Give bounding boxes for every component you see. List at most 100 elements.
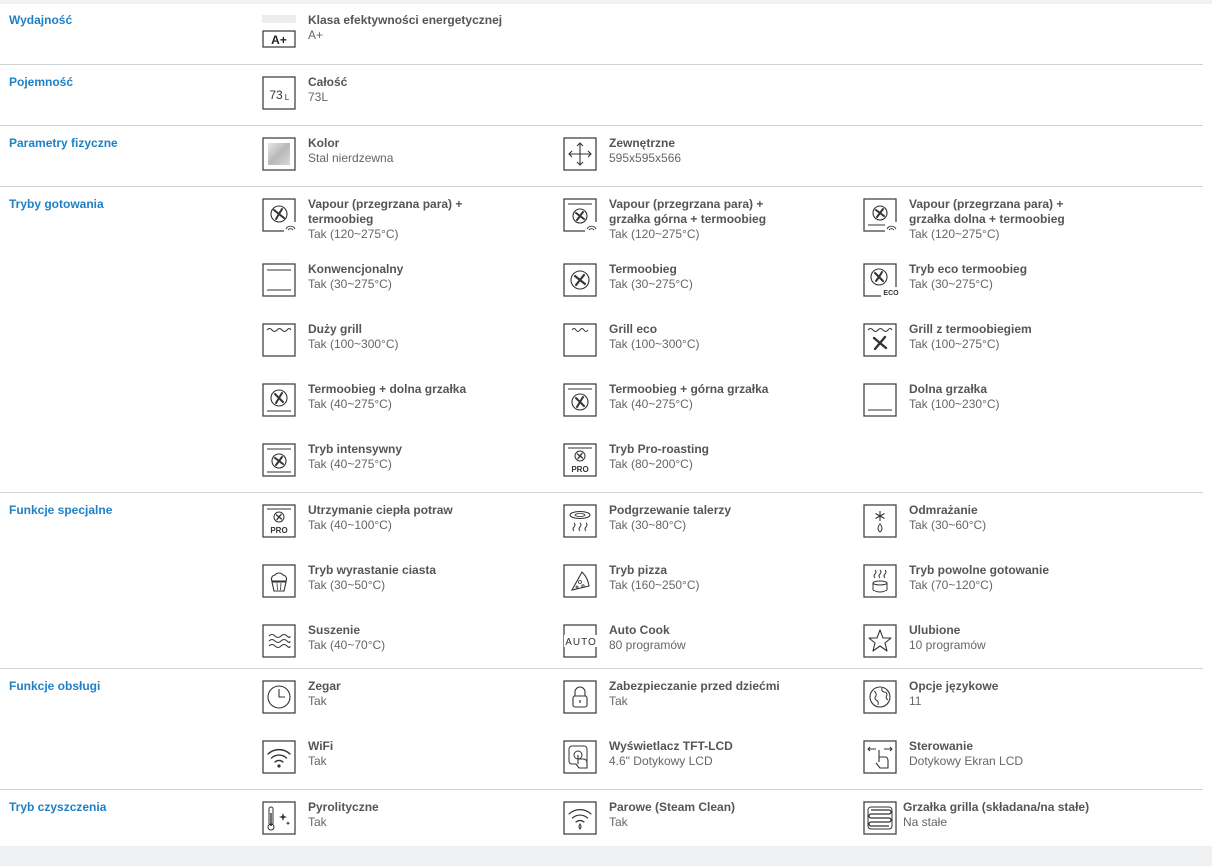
spec-name: Odmrażanie [909,503,978,517]
spec-value: 595x595x566 [609,151,682,165]
svg-text:L: L [285,93,290,102]
spec-dimensions: Zewnętrzne 595x595x566 [563,136,853,186]
spec-value: 73L [308,90,329,104]
spec-name-line2: termoobieg [308,212,374,226]
spec-value: Tak (30~50°C) [308,578,386,592]
func-drying: Suszenie Tak (40~70°C) [262,623,552,673]
spec-value: Tak (40~275°C) [609,397,693,411]
spec-value: Tak (30~275°C) [909,277,993,291]
plate-warming-icon [563,504,597,538]
spec-value: Tak (100~300°C) [609,337,700,351]
mode-fan-top-heater: Termoobieg + górna grzałka Tak (40~275°C… [563,382,853,432]
steam-clean-icon [563,801,597,835]
grill-fan-icon [863,323,897,357]
spec-name: Tryb pizza [609,563,668,577]
mode-bottom-heater: Dolna grzałka Tak (100~230°C) [863,382,1153,432]
spec-name: Suszenie [308,623,361,637]
spec-value: Tak (40~100°C) [308,518,392,532]
spec-name: Termoobieg + górna grzałka [609,382,769,396]
vapour-fan-icon [262,198,297,232]
svg-text:73: 73 [269,88,283,102]
spec-capacity: 73 L Całość 73L [262,75,552,125]
clean-grill-heater: Grzałka grilla (składana/na stałe) Na st… [863,800,1153,850]
svg-text:ECO: ECO [883,290,899,297]
section-parametry: Parametry fizyczne Kolor Stal nierdzewna… [0,126,1203,187]
spec-value: Tak [308,694,327,708]
spec-value: Tak (30~80°C) [609,518,687,532]
spec-name: Całość [308,75,348,89]
spec-name: Utrzymanie ciepła potraw [308,503,453,517]
eco-grill-icon [563,323,597,357]
spec-name: Ulubione [909,623,961,637]
bottom-heater-icon [863,383,897,417]
wifi-icon [262,740,296,774]
section-pojemnosc: Pojemność 73 L Całość 73L [0,65,1203,126]
spec-value: Tak (120~275°C) [909,227,1000,241]
spec-name: Termoobieg + dolna grzałka [308,382,467,396]
touch-control-icon [863,740,897,774]
spec-name: Klasa efektywności energetycznej [308,13,503,27]
bottom-bar [0,846,1212,866]
spec-name: Konwencjonalny [308,262,404,276]
favourite-star-icon [863,624,897,658]
spec-value: Tak (70~120°C) [909,578,993,592]
large-grill-icon [262,323,296,357]
clock-icon [262,680,296,714]
spec-name: Zewnętrzne [609,136,676,150]
spec-name: Grill z termoobiegiem [909,322,1032,336]
mode-vapour-top-fan: Vapour (przegrzana para) + grzałka górna… [563,197,853,247]
pizza-icon [563,564,597,598]
spec-value: Tak [308,815,327,829]
spec-name: Podgrzewanie talerzy [609,503,732,517]
energy-class-icon: A+ [262,14,296,48]
mode-fan-bottom-heater: Termoobieg + dolna grzałka Tak (40~275°C… [262,382,552,432]
spec-name: Grill eco [609,322,658,336]
section-title: Wydajność [9,13,73,27]
mode-grill-fan: Grill z termoobiegiem Tak (100~275°C) [863,322,1153,372]
spec-value: 4.6" Dotykowy LCD [609,754,713,768]
spec-value: Tak (40~70°C) [308,638,386,652]
child-lock-icon [563,680,597,714]
spec-value: Tak (80~200°C) [609,457,693,471]
op-wifi: WiFi Tak [262,739,552,789]
spec-value: Stal nierdzewna [308,151,394,165]
dough-proofing-icon [262,564,296,598]
clean-pyrolytic: Pyrolityczne Tak [262,800,552,850]
mode-eco-grill: Grill eco Tak (100~300°C) [563,322,853,372]
energy-badge: A+ [271,33,287,47]
spec-name: Wyświetlacz TFT-LCD [609,739,733,753]
section-title: Tryby gotowania [9,197,104,211]
eco-fan-icon: ECO [863,263,899,297]
section-title: Pojemność [9,75,74,89]
spec-value: Tak (100~300°C) [308,337,399,351]
mode-fan: Termoobieg Tak (30~275°C) [563,262,853,312]
spec-name: Vapour (przegrzana para) + [609,197,764,211]
mode-intensive: Tryb intensywny Tak (40~275°C) [262,442,552,492]
spec-value: Tak [609,815,628,829]
section-tryby-gotowania: Tryby gotowania Vapour (przegrzana para)… [0,187,1203,493]
spec-value: Dotykowy Ekran LCD [909,754,1024,768]
mode-vapour-fan: Vapour (przegrzana para) + termoobieg Ta… [262,197,552,247]
spec-value: Tak (100~230°C) [909,397,1000,411]
spec-value: Tak (120~275°C) [308,227,399,241]
section-tryb-czyszczenia: Tryb czyszczenia Pyrolityczne Tak Parowe… [0,790,1203,846]
spec-name: Vapour (przegrzana para) + [909,197,1064,211]
section-title: Funkcje specjalne [9,503,113,517]
section-funkcje-specjalne: Funkcje specjalne PRO Utrzymanie ciepła … [0,493,1203,669]
drying-icon [262,624,296,658]
color-swatch-icon [262,137,296,171]
spec-name: Tryb Pro-roasting [609,442,710,456]
pyrolytic-icon [262,801,296,835]
spec-name: Parowe (Steam Clean) [609,800,736,814]
spec-name: Duży grill [308,322,363,336]
spec-value: Tak (30~275°C) [609,277,693,291]
op-touch-display: Wyświetlacz TFT-LCD 4.6" Dotykowy LCD [563,739,853,789]
func-pizza: Tryb pizza Tak (160~250°C) [563,563,853,613]
op-languages: Opcje językowe 11 [863,679,1153,729]
spec-value: Tak (100~275°C) [909,337,1000,351]
spec-name: Tryb wyrastanie ciasta [308,563,437,577]
section-title: Parametry fizyczne [9,136,118,150]
svg-text:PRO: PRO [571,465,588,474]
section-title: Funkcje obsługi [9,679,101,693]
mode-conventional: Konwencjonalny Tak (30~275°C) [262,262,552,312]
